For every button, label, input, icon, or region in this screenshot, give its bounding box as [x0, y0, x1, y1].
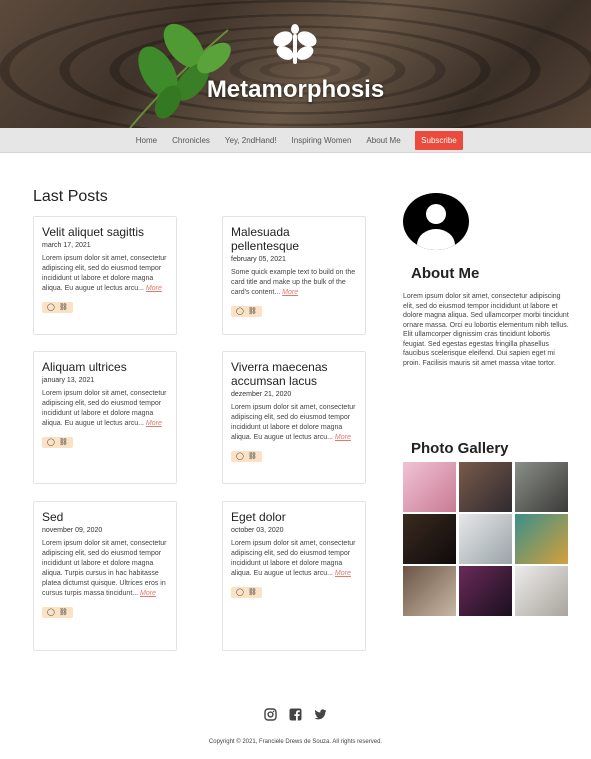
nav-item-yey-2ndhand[interactable]: Yey, 2ndHand!	[217, 136, 284, 145]
post-excerpt: Lorem ipsum dolor sit amet, consectetur …	[42, 539, 168, 599]
link-icon[interactable]: ⛓	[248, 453, 257, 460]
comment-icon[interactable]: ◯	[47, 304, 55, 311]
facebook-icon[interactable]	[289, 706, 302, 721]
post-title[interactable]: Sed	[42, 510, 168, 524]
post-date: dezember 21, 2020	[231, 391, 292, 398]
more-link[interactable]: More	[146, 420, 162, 427]
nav-item-home[interactable]: Home	[128, 136, 164, 145]
gallery-photo-bedroom-lamp[interactable]	[403, 566, 456, 616]
main-nav: Home Chronicles Yey, 2ndHand! Inspiring …	[0, 128, 591, 153]
nav-item-inspiring-women[interactable]: Inspiring Women	[284, 136, 359, 145]
about-me-text: Lorem ipsum dolor sit amet, consectetur …	[403, 293, 569, 367]
gallery-photo-office-desk[interactable]	[459, 514, 512, 564]
post-title[interactable]: Viverra maecenas accumsan lacus	[231, 360, 357, 388]
nav-item-about-me[interactable]: About Me	[359, 136, 408, 145]
leaf-decoration	[129, 23, 231, 128]
gallery-photo-dark-hallway[interactable]	[403, 514, 456, 564]
more-link[interactable]: More	[335, 434, 351, 441]
copyright-text: Copyright © 2021, Franciele Drews de Sou…	[208, 739, 383, 745]
post-title[interactable]: Malesuada pellentesque	[231, 225, 357, 253]
about-me-title: About Me	[411, 265, 480, 282]
gallery-photo-colorful-eggs[interactable]	[515, 514, 568, 564]
post-date: february 05, 2021	[231, 256, 286, 263]
post-actions: ◯ ⛓	[42, 437, 73, 448]
post-actions: ◯ ⛓	[231, 451, 262, 462]
photo-gallery-title: Photo Gallery	[411, 440, 509, 457]
post-card[interactable]: Viverra maecenas accumsan lacus dezember…	[222, 351, 366, 484]
post-card[interactable]: Aliquam ultrices january 13, 2021 Lorem …	[33, 351, 177, 484]
post-excerpt: Some quick example text to build on the …	[231, 268, 357, 298]
gallery-photo-mountain-sunset[interactable]	[459, 462, 512, 512]
section-title-last-posts: Last Posts	[33, 188, 108, 205]
post-excerpt-text: Lorem ipsum dolor sit amet, consectetur …	[42, 540, 167, 597]
post-excerpt: Lorem ipsum dolor sit amet, consectetur …	[231, 539, 357, 579]
comment-icon[interactable]: ◯	[236, 589, 244, 596]
more-link[interactable]: More	[140, 590, 156, 597]
link-icon[interactable]: ⛓	[248, 589, 257, 596]
post-card[interactable]: Sed november 09, 2020 Lorem ipsum dolor …	[33, 501, 177, 651]
instagram-icon[interactable]	[264, 706, 277, 721]
post-card[interactable]: Eget dolor october 03, 2020 Lorem ipsum …	[222, 501, 366, 651]
post-title[interactable]: Velit aliquet sagittis	[42, 225, 168, 239]
avatar-icon	[403, 193, 469, 250]
more-link[interactable]: More	[282, 289, 298, 296]
link-icon[interactable]: ⛓	[59, 439, 68, 446]
post-excerpt: Lorem ipsum dolor sit amet, consectetur …	[42, 254, 168, 294]
social-links	[264, 706, 327, 721]
comment-icon[interactable]: ◯	[47, 439, 55, 446]
post-actions: ◯ ⛓	[231, 306, 262, 317]
subscribe-button[interactable]: Subscribe	[415, 130, 463, 150]
comment-icon[interactable]: ◯	[47, 609, 55, 616]
post-date: january 13, 2021	[42, 377, 95, 384]
nav-item-chronicles[interactable]: Chronicles	[165, 136, 218, 145]
twitter-icon[interactable]	[314, 706, 327, 720]
post-card[interactable]: Velit aliquet sagittis march 17, 2021 Lo…	[33, 216, 177, 335]
post-title[interactable]: Aliquam ultrices	[42, 360, 168, 374]
gallery-photo-person-grass[interactable]	[515, 462, 568, 512]
more-link[interactable]: More	[335, 570, 351, 577]
comment-icon[interactable]: ◯	[236, 308, 244, 315]
post-date: november 09, 2020	[42, 527, 103, 534]
link-icon[interactable]: ⛓	[248, 308, 257, 315]
post-actions: ◯ ⛓	[42, 302, 73, 313]
post-card[interactable]: Malesuada pellentesque february 05, 2021…	[222, 216, 366, 335]
post-title[interactable]: Eget dolor	[231, 510, 357, 524]
link-icon[interactable]: ⛓	[59, 304, 68, 311]
post-date: march 17, 2021	[42, 242, 91, 249]
gallery-photo-cherry-blossom[interactable]	[403, 462, 456, 512]
gallery-photo-concert-lights[interactable]	[459, 566, 512, 616]
post-date: october 03, 2020	[231, 527, 284, 534]
post-actions: ◯ ⛓	[42, 607, 73, 618]
post-actions: ◯ ⛓	[231, 587, 262, 598]
post-excerpt: Lorem ipsum dolor sit amet, consectetur …	[42, 389, 168, 429]
more-link[interactable]: More	[146, 285, 162, 292]
post-excerpt: Lorem ipsum dolor sit amet, consectetur …	[231, 403, 357, 443]
comment-icon[interactable]: ◯	[236, 453, 244, 460]
photo-gallery	[403, 462, 568, 616]
hero-banner: Metamorphosis	[0, 0, 591, 128]
link-icon[interactable]: ⛓	[59, 609, 68, 616]
site-title: Metamorphosis	[206, 76, 385, 103]
butterfly-logo-icon	[273, 24, 317, 64]
gallery-photo-flatlay-notebook[interactable]	[515, 566, 568, 616]
